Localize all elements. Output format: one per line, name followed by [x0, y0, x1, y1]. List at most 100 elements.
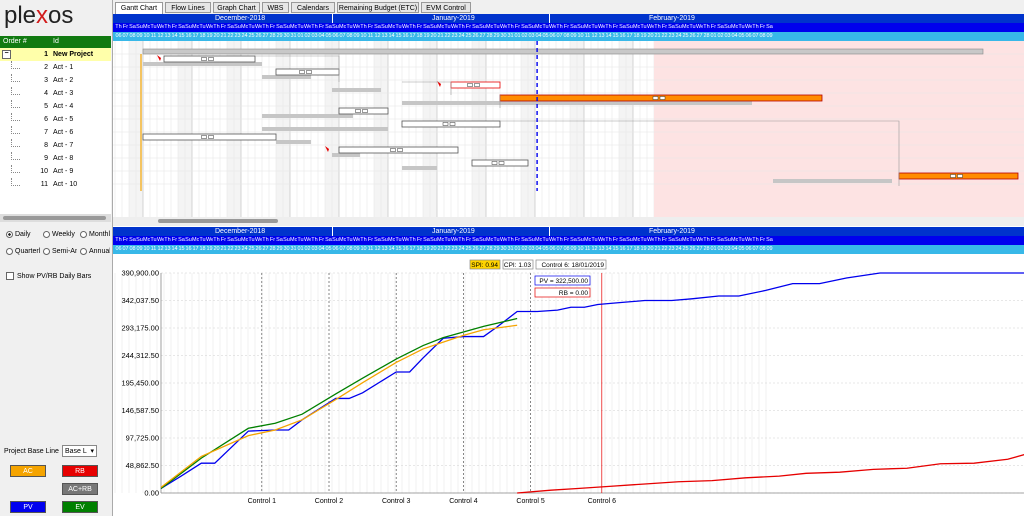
scale-radio-quarterly[interactable]: Quarterly [6, 247, 40, 257]
day-label: 13 [598, 246, 605, 252]
weekday-label: Sa [521, 237, 528, 243]
weekday-label: We [206, 237, 213, 243]
day-label: 30 [500, 246, 507, 252]
tree-row[interactable]: 9 Act - 8 [0, 152, 111, 165]
day-label: 06 [549, 246, 556, 252]
legend-button-rb[interactable]: RB [62, 465, 98, 477]
gantt-chart[interactable] [113, 41, 1024, 217]
weekday-label: Sa [325, 24, 332, 30]
weekday-label: Su [626, 24, 633, 30]
day-label: 06 [549, 33, 556, 39]
day-label: 20 [430, 33, 437, 39]
weekday-label: We [696, 237, 703, 243]
weekday-label: Sa [374, 24, 381, 30]
scale-radio-monthly[interactable]: Monthly [80, 230, 110, 240]
day-label: 28 [269, 246, 276, 252]
day-label: 23 [668, 33, 675, 39]
tree-row[interactable]: 2 Act - 1 [0, 61, 111, 74]
day-label: 18 [633, 33, 640, 39]
weekday-label: Sa [668, 24, 675, 30]
tree-row[interactable]: 3 Act - 2 [0, 74, 111, 87]
scale-radio-weekly[interactable]: Weekly [43, 230, 77, 240]
collapse-icon[interactable]: − [2, 50, 11, 59]
tab-graph-chart[interactable]: Graph Chart [213, 2, 260, 13]
day-label: 13 [381, 33, 388, 39]
legend-button-ac-rb[interactable]: AC+RB [62, 483, 98, 495]
tree-row[interactable]: 7 Act - 6 [0, 126, 111, 139]
day-label: 28 [486, 246, 493, 252]
weekday-label: Su [185, 24, 192, 30]
month-label: December-2018 [215, 228, 266, 235]
day-label: 03 [311, 33, 318, 39]
tree-row[interactable]: 10 Act - 9 [0, 165, 111, 178]
tree-scrollbar[interactable] [0, 214, 111, 222]
weekday-label: Th [164, 237, 171, 243]
tab-flow-lines[interactable]: Flow Lines [165, 2, 211, 13]
day-label: 08 [346, 33, 353, 39]
day-label: 23 [451, 33, 458, 39]
tab-gantt-chart[interactable]: Gantt Chart [115, 2, 163, 14]
tab-evm-control[interactable]: EVM Control [421, 2, 471, 13]
tree-row[interactable]: 4 Act - 3 [0, 87, 111, 100]
show-daily-bars-checkbox[interactable]: Show PV/RB Daily Bars [6, 272, 91, 282]
weekend-shade [479, 41, 486, 217]
weekday-label: Fr [465, 24, 472, 30]
month-label: January-2019 [432, 15, 475, 22]
split-marker-icon [201, 57, 207, 61]
tab-wbs[interactable]: WBS [262, 2, 289, 13]
day-label: 14 [388, 33, 395, 39]
day-label: 01 [710, 246, 717, 252]
day-label: 23 [668, 246, 675, 252]
day-label: 26 [472, 33, 479, 39]
tree-connector [11, 178, 20, 186]
day-label: 11 [150, 246, 157, 252]
scale-radio-annual[interactable]: Annual [80, 247, 110, 257]
baseline-bar [143, 62, 262, 66]
control-label: Control 2 [315, 498, 344, 505]
tree-row[interactable]: 11 Act - 10 [0, 178, 111, 191]
tab-bar: Gantt Chart Flow Lines Graph Chart WBS Calen… [113, 0, 1024, 15]
day-label: 23 [234, 246, 241, 252]
month-label: February-2019 [649, 228, 695, 235]
legend-button-pv[interactable]: PV [10, 501, 46, 513]
split-marker-icon [397, 148, 403, 152]
weekday-label: Tu [689, 237, 696, 243]
split-marker-icon [299, 70, 305, 74]
base-line-select[interactable]: Base L ▾ [62, 445, 97, 457]
tree-row[interactable]: 8 Act - 7 [0, 139, 111, 152]
evm-line-chart[interactable]: 0.00 48,862.50 97,725.00 146,587.50 195,450.… [113, 258, 1024, 516]
tree-row-number: 2 [44, 64, 48, 71]
legend-button-ac[interactable]: AC [10, 465, 46, 477]
tree-connector [11, 152, 20, 160]
weekday-label: Tu [493, 24, 500, 30]
weekday-label: Su [577, 237, 584, 243]
scale-radio-semi-annual[interactable]: Semi-Annual [43, 247, 77, 257]
tree-row[interactable]: 1 New Project − [0, 48, 111, 61]
day-label: 07 [556, 33, 563, 39]
gantt-scrollbar[interactable] [113, 217, 1024, 226]
project-summary-bar[interactable] [142, 48, 984, 55]
day-label: 05 [325, 33, 332, 39]
radio-icon [43, 230, 50, 238]
weekday-label: Tu [346, 237, 353, 243]
day-label: 06 [115, 246, 122, 252]
day-label: 02 [717, 246, 724, 252]
radio-icon [6, 247, 13, 255]
legend-button-ev[interactable]: EV [62, 501, 98, 513]
day-label: 08 [129, 33, 136, 39]
tab-calendars[interactable]: Calendars [291, 2, 335, 13]
tab-remaining-budget-etc[interactable]: Remaining Budget (ETC) [337, 2, 419, 13]
series-line-pv[interactable] [160, 272, 1024, 490]
series-line-rb[interactable] [517, 454, 1024, 494]
tree-row[interactable]: 5 Act - 4 [0, 100, 111, 113]
y-tick-label: 390,900.00 [121, 269, 159, 278]
weekday-label: We [451, 24, 458, 30]
day-label: 30 [283, 33, 290, 39]
scale-radio-daily[interactable]: Daily [6, 230, 40, 240]
weekday-label: Mo [339, 237, 346, 243]
day-label: 06 [332, 246, 339, 252]
tree-row[interactable]: 6 Act - 5 [0, 113, 111, 126]
day-label: 05 [738, 246, 745, 252]
weekday-label: Th [703, 24, 710, 30]
weekday-label: Fr [171, 24, 178, 30]
